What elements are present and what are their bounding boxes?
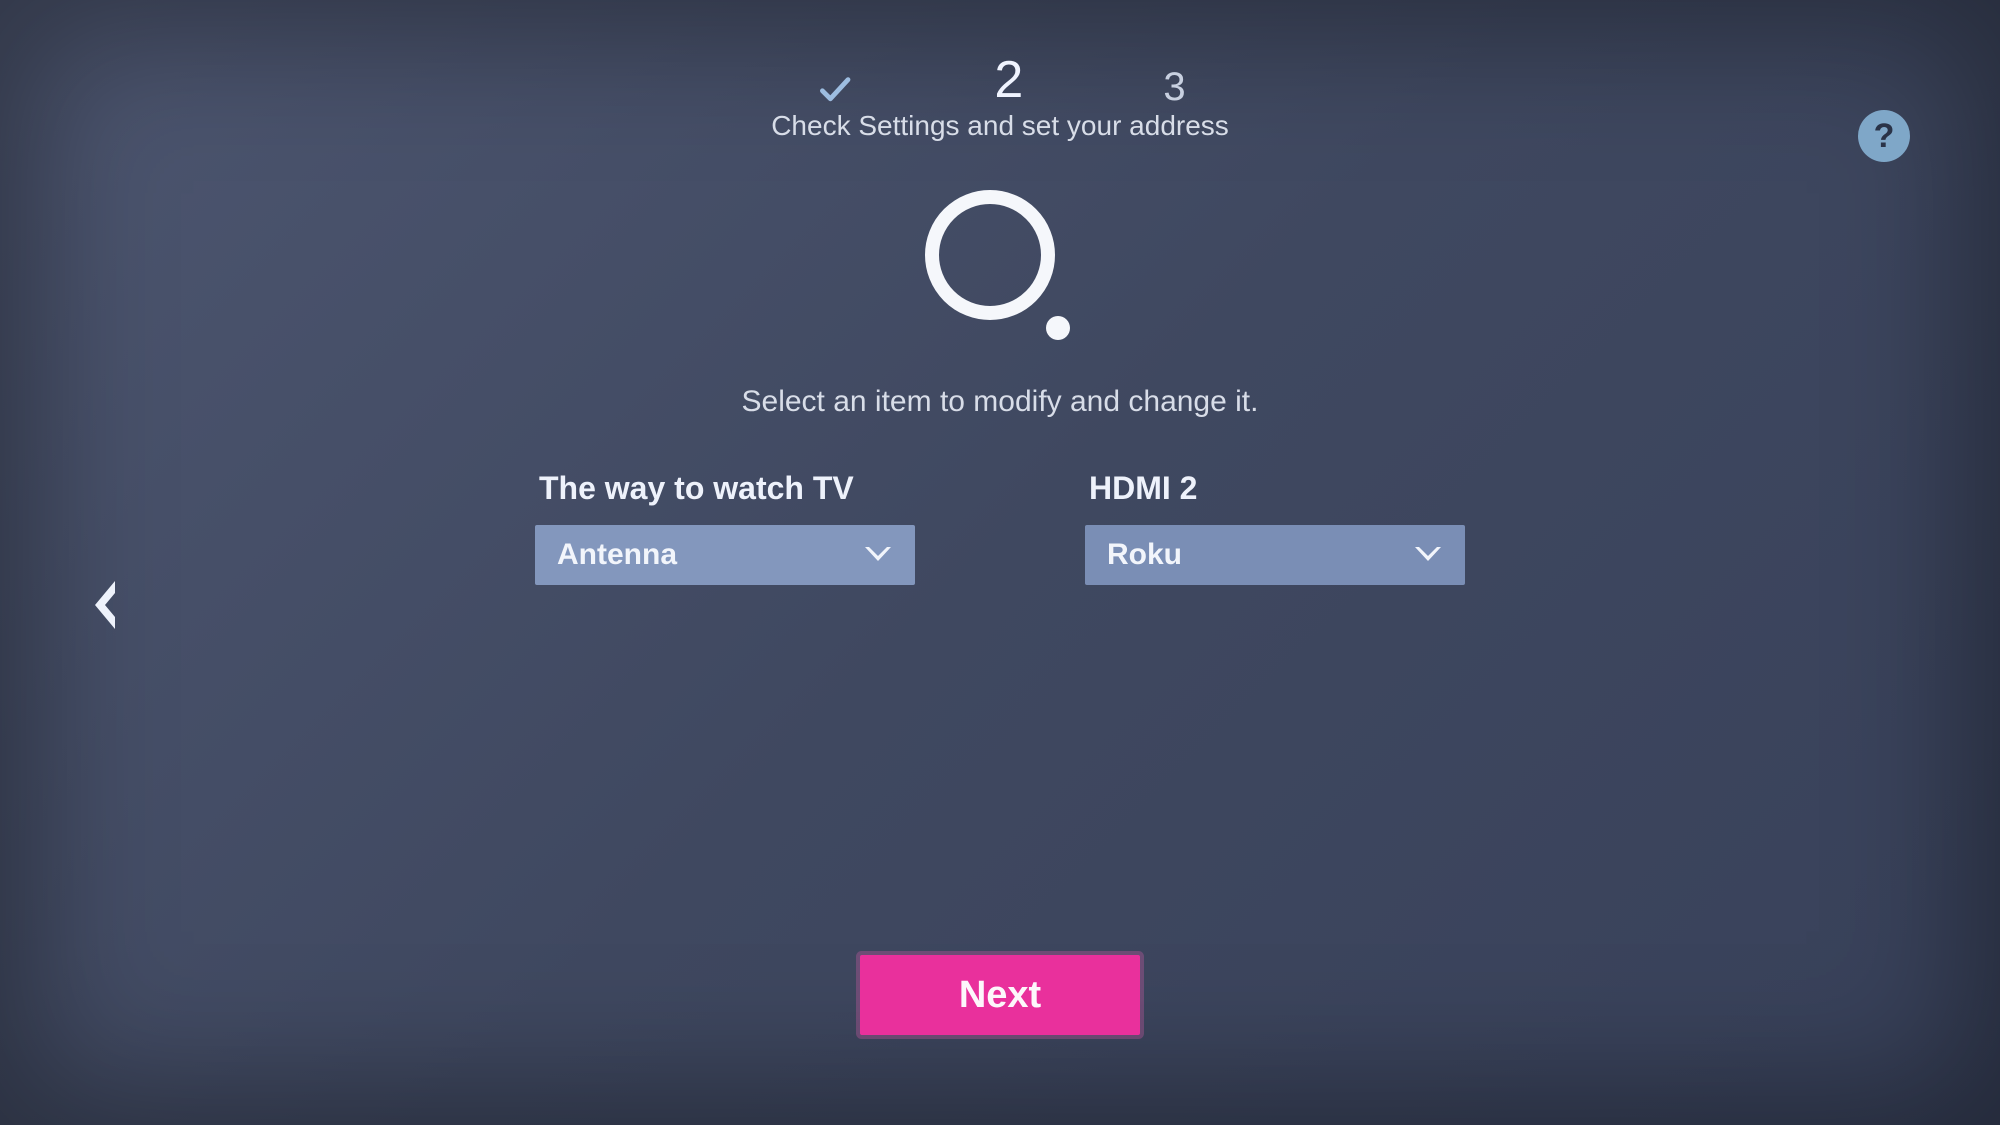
instruction-text: Select an item to modify and change it. xyxy=(742,385,1259,419)
step-2: 2 xyxy=(994,50,1023,110)
hdmi2-dropdown[interactable]: Roku xyxy=(1085,525,1465,585)
help-icon: ? xyxy=(1874,117,1895,156)
back-button[interactable] xyxy=(80,580,130,630)
watch-tv-dropdown[interactable]: Antenna xyxy=(535,525,915,585)
stepper-subtitle: Check Settings and set your address xyxy=(771,110,1229,142)
settings-row: The way to watch TV Antenna HDMI 2 Roku xyxy=(535,470,1465,585)
chevron-left-icon xyxy=(85,577,125,633)
step-3: 3 xyxy=(1163,65,1185,110)
setting-hdmi2: HDMI 2 Roku xyxy=(1085,470,1465,585)
next-button[interactable]: Next xyxy=(860,955,1140,1035)
hdmi2-value: Roku xyxy=(1107,538,1182,572)
chevron-down-icon xyxy=(1413,545,1443,565)
setting-hdmi2-label: HDMI 2 xyxy=(1085,470,1465,507)
search-settings-icon xyxy=(925,190,1075,350)
setting-watch-tv-label: The way to watch TV xyxy=(535,470,915,507)
setting-watch-tv: The way to watch TV Antenna xyxy=(535,470,915,585)
next-button-label: Next xyxy=(959,974,1041,1017)
watch-tv-value: Antenna xyxy=(557,538,677,572)
chevron-down-icon xyxy=(863,545,893,565)
help-button[interactable]: ? xyxy=(1858,110,1910,162)
setup-stepper: 2 3 xyxy=(814,50,1185,110)
step-1-complete-icon xyxy=(814,70,854,110)
